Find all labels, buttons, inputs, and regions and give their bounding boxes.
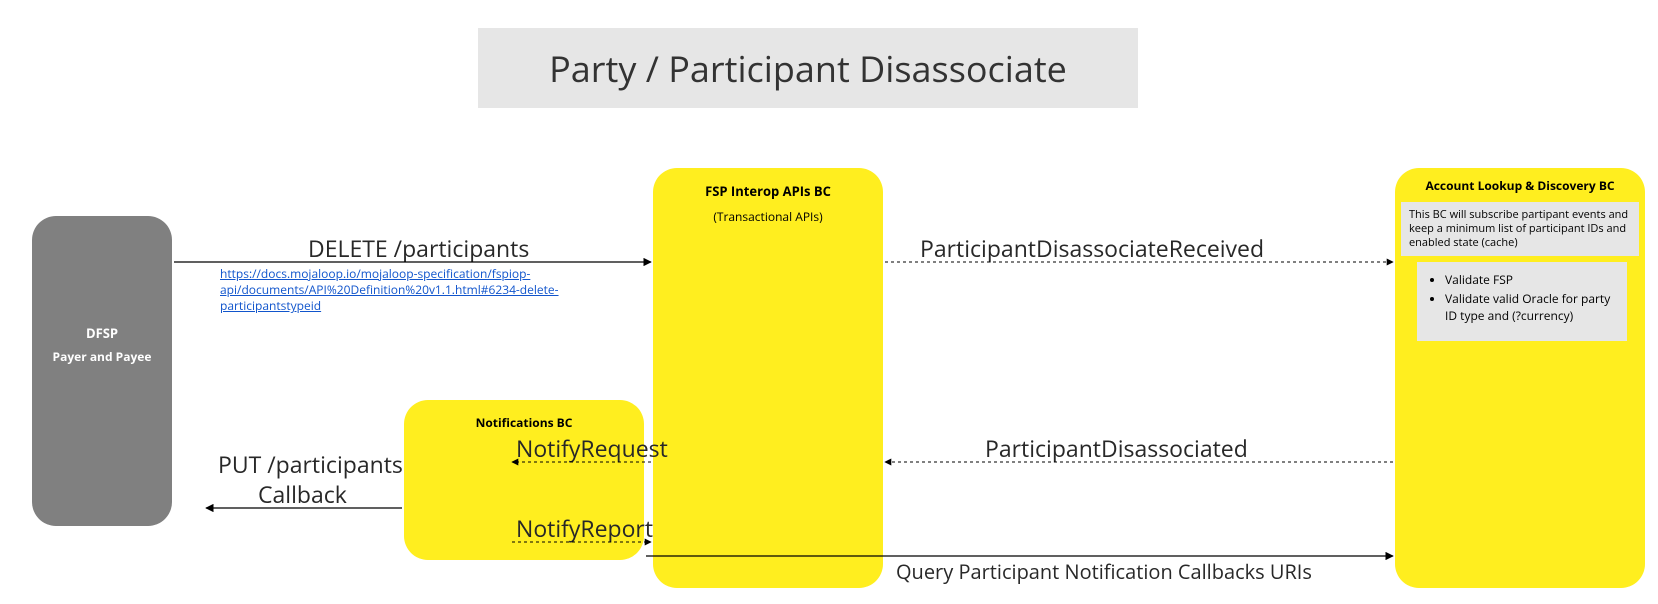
ald-step: Validate valid Oracle for party ID type … [1445,291,1617,325]
fsp-title: FSP Interop APIs BC [653,182,883,200]
node-dfsp: DFSP Payer and Payee [32,216,172,526]
ald-step: Validate FSP [1445,272,1617,289]
dfsp-subtitle: Payer and Payee [32,348,172,365]
edge-label-query-callbacks: Query Participant Notification Callbacks… [896,558,1312,585]
spec-link[interactable]: https://docs.mojaloop.io/mojaloop-specif… [220,266,620,315]
ald-title: Account Lookup & Discovery BC [1395,178,1645,194]
node-fsp-interop: FSP Interop APIs BC (Transactional APIs) [653,168,883,588]
dfsp-title: DFSP [32,324,172,342]
edge-label-notify-request: NotifyRequest [516,432,668,464]
ald-steps: Validate FSP Validate valid Oracle for p… [1417,262,1627,340]
ald-note: This BC will subscribe partipant events … [1401,202,1639,257]
edge-label-participant-disassociate-received: ParticipantDisassociateReceived [920,232,1264,264]
edge-label-put-callback-line1: PUT /participants [218,448,403,480]
diagram-title: Party / Participant Disassociate [478,28,1138,108]
edge-label-delete-participants: DELETE /participants [308,232,529,264]
fsp-subtitle: (Transactional APIs) [653,208,883,225]
edge-label-participant-disassociated: ParticipantDisassociated [985,432,1248,464]
notifications-title: Notifications BC [404,414,644,431]
edge-label-notify-report: NotifyReport [516,512,653,544]
node-account-lookup-discovery: Account Lookup & Discovery BC This BC wi… [1395,168,1645,588]
edge-label-put-callback-line2: Callback [258,478,347,510]
